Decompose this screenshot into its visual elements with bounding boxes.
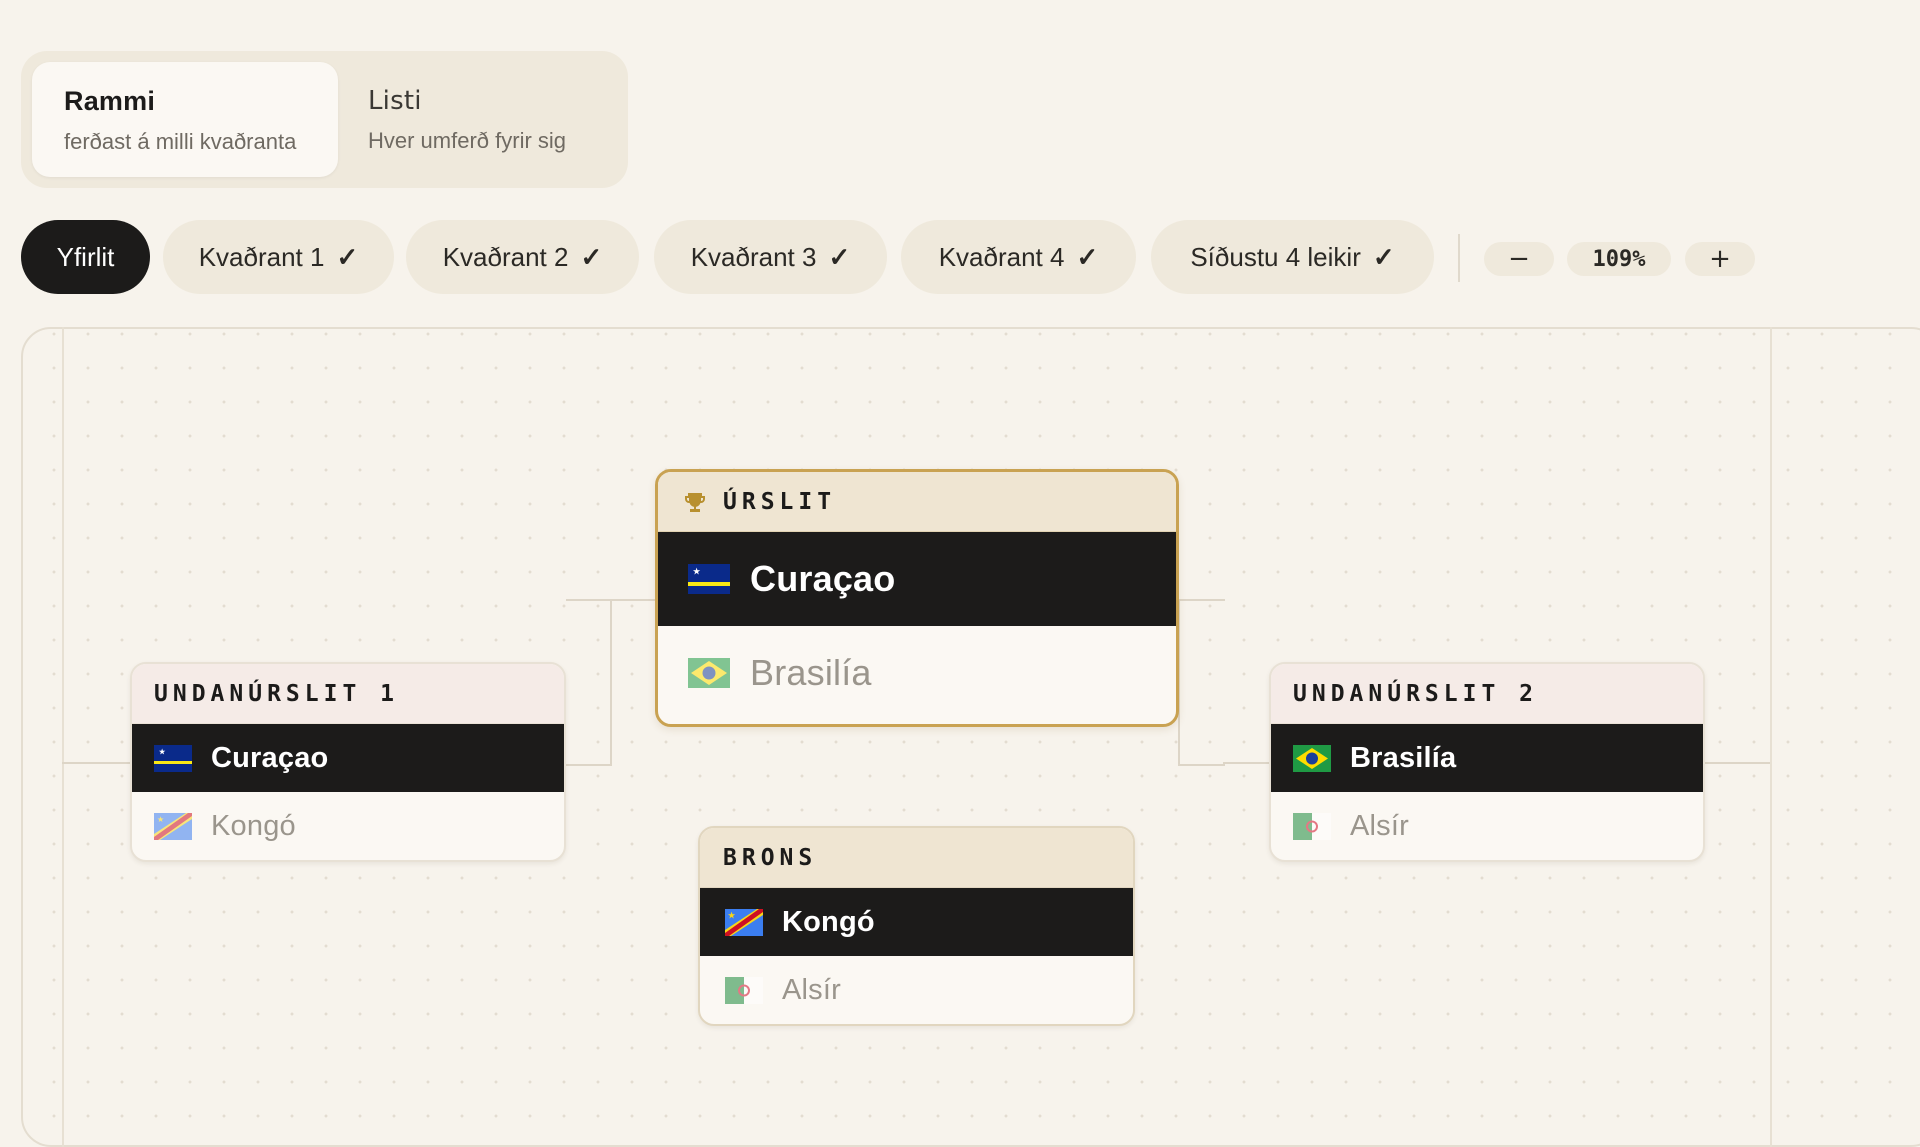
check-icon: ✓ <box>828 241 851 272</box>
connector-line <box>62 762 130 764</box>
match-title: ÚRSLIT <box>723 488 837 515</box>
team-name: Brasilía <box>1350 741 1457 774</box>
tab-label: Kvaðrant 4 <box>938 241 1065 272</box>
connector-line <box>1705 762 1770 764</box>
view-option-frame-title: Rammi <box>64 86 156 116</box>
brazil-flag-icon <box>1293 744 1331 772</box>
tab-label: Kvaðrant 1 <box>198 241 325 272</box>
team-row-winner[interactable]: ★ Curaçao <box>658 532 1176 626</box>
team-name: Alsír <box>782 973 841 1006</box>
match-card-semifinal-2[interactable]: UNDANÚRSLIT 2 Brasilía Alsír <box>1269 662 1705 862</box>
view-option-frame[interactable]: Rammi ferðast á milli kvaðranta <box>32 62 338 177</box>
team-name: Brasilía <box>750 652 872 693</box>
connector-line <box>1178 599 1225 766</box>
zoom-level: 109% <box>1567 242 1671 276</box>
team-name: Alsír <box>1350 809 1409 842</box>
brazil-flag-icon <box>688 658 730 688</box>
view-option-list-subtitle: Hver umferð fyrir sig <box>368 128 567 153</box>
congo-flag-icon: ★ <box>154 812 192 840</box>
tab-label: Yfirlit <box>56 241 115 272</box>
check-icon: ✓ <box>1372 241 1395 272</box>
svg-text:★: ★ <box>157 815 164 824</box>
congo-flag-icon: ★ <box>725 908 763 936</box>
tab-quadrant-2[interactable]: Kvaðrant 2 ✓ <box>406 220 639 294</box>
team-row-loser[interactable]: Alsír <box>1271 792 1703 860</box>
algeria-flag-icon <box>725 976 763 1004</box>
plus-icon: + <box>1709 244 1731 274</box>
check-icon: ✓ <box>580 241 603 272</box>
canvas-guide-left <box>62 327 64 1147</box>
tab-label: Kvaðrant 2 <box>442 241 569 272</box>
zoom-out-button[interactable]: − <box>1484 242 1554 276</box>
minus-icon: − <box>1508 244 1530 274</box>
team-row-winner[interactable]: ★ Curaçao <box>132 724 564 792</box>
team-row-loser[interactable]: Brasilía <box>658 626 1176 720</box>
tab-label: Síðustu 4 leikir <box>1190 241 1361 272</box>
check-icon: ✓ <box>1076 241 1099 272</box>
view-option-frame-subtitle: ferðast á milli kvaðranta <box>64 129 297 154</box>
svg-text:★: ★ <box>728 911 736 920</box>
team-name: Kongó <box>782 905 875 938</box>
match-card-semifinal-1[interactable]: UNDANÚRSLIT 1 ★ Curaçao ★ Kongó <box>130 662 566 862</box>
team-name: Kongó <box>211 809 296 842</box>
connector-line <box>1223 762 1269 764</box>
tab-quadrant-3[interactable]: Kvaðrant 3 ✓ <box>654 220 887 294</box>
match-card-bronze[interactable]: BRONS ★ Kongó Alsír <box>698 826 1135 1026</box>
match-header: ÚRSLIT <box>658 472 1176 532</box>
team-row-loser[interactable]: ★ Kongó <box>132 792 564 860</box>
team-name: Curaçao <box>750 558 896 599</box>
view-mode-switch: Rammi ferðast á milli kvaðranta Listi Hv… <box>21 51 628 188</box>
curacao-flag-icon: ★ <box>154 744 192 772</box>
match-title: UNDANÚRSLIT 2 <box>1271 664 1703 724</box>
algeria-flag-icon <box>1293 812 1331 840</box>
zoom-in-button[interactable]: + <box>1685 242 1755 276</box>
match-title: UNDANÚRSLIT 1 <box>132 664 564 724</box>
check-icon: ✓ <box>336 241 359 272</box>
team-row-winner[interactable]: Brasilía <box>1271 724 1703 792</box>
tab-final-four[interactable]: Síðustu 4 leikir ✓ <box>1151 220 1434 294</box>
match-title: BRONS <box>700 828 1133 888</box>
connector-line <box>610 599 657 601</box>
trophy-icon <box>685 492 705 512</box>
view-option-list[interactable]: Listi Hver umferð fyrir sig <box>346 62 618 177</box>
svg-text:★: ★ <box>159 748 166 756</box>
tab-quadrant-1[interactable]: Kvaðrant 1 ✓ <box>163 220 394 294</box>
tab-label: Kvaðrant 3 <box>690 241 817 272</box>
tab-quadrant-4[interactable]: Kvaðrant 4 ✓ <box>901 220 1136 294</box>
curacao-flag-icon: ★ <box>688 564 730 594</box>
tab-overview[interactable]: Yfirlit <box>21 220 150 294</box>
team-row-winner[interactable]: ★ Kongó <box>700 888 1133 956</box>
toolbar-divider <box>1458 234 1460 282</box>
canvas-guide-right <box>1770 327 1772 1147</box>
team-row-loser[interactable]: Alsír <box>700 956 1133 1024</box>
team-name: Curaçao <box>211 741 329 774</box>
connector-line <box>566 599 612 766</box>
svg-text:★: ★ <box>693 567 701 576</box>
match-card-final[interactable]: ÚRSLIT ★ Curaçao Brasilía <box>655 469 1179 727</box>
view-option-list-title: Listi <box>368 86 422 116</box>
